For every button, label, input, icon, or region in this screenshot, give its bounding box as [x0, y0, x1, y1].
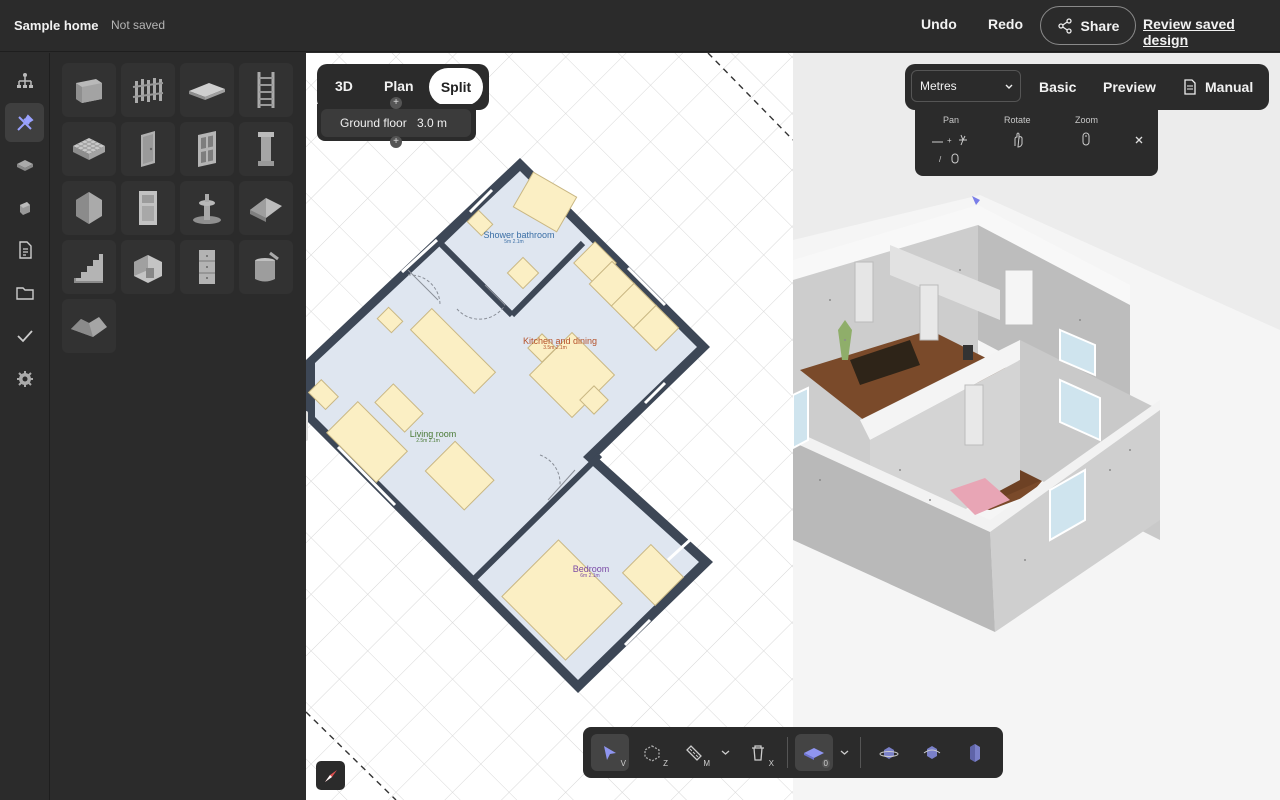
- floor-layer-button[interactable]: 0: [795, 734, 833, 771]
- hierarchy-icon[interactable]: [5, 61, 44, 100]
- svg-text:/: /: [939, 155, 942, 164]
- navigation-help-panel: Pan Rotate Zoom + /: [915, 108, 1158, 176]
- chevron-down-icon[interactable]: [721, 748, 730, 757]
- room-box-tile[interactable]: [121, 240, 175, 294]
- cabinet-tile[interactable]: [180, 240, 234, 294]
- folder-icon[interactable]: [5, 273, 44, 312]
- select-tool-button[interactable]: V: [591, 734, 629, 771]
- tools-icon[interactable]: [5, 103, 44, 142]
- rotate-label: Rotate: [1004, 115, 1031, 125]
- trash-icon: [752, 744, 764, 761]
- toolbar-divider: [860, 737, 861, 768]
- floor-plan-canvas[interactable]: Shower bathroom 5m 2.1m Kitchen and dini…: [306, 53, 793, 800]
- bottom-toolbar: V Z M X 0: [583, 727, 1003, 778]
- compass-button[interactable]: [316, 761, 345, 790]
- box-select-tool-button[interactable]: Z: [633, 734, 671, 771]
- rotate-gesture-icon: [1014, 132, 1023, 148]
- pan-label: Pan: [943, 115, 960, 125]
- settings-icon[interactable]: [5, 359, 44, 398]
- add-floor-below-icon[interactable]: +: [390, 136, 402, 148]
- manual-icon: [1184, 79, 1196, 95]
- elevation-icon: [970, 743, 980, 762]
- pan-gesture-icon: + /: [932, 134, 967, 164]
- share-button[interactable]: Share: [1040, 6, 1136, 45]
- fountain-tile[interactable]: [180, 181, 234, 235]
- svg-text:3.5m 2.1m: 3.5m 2.1m: [543, 345, 567, 351]
- toolbar-divider: [787, 737, 788, 768]
- materials-icon[interactable]: [5, 145, 44, 184]
- share-icon: [1057, 17, 1072, 34]
- cursor-icon: [604, 745, 616, 760]
- tab-plan[interactable]: Plan: [384, 78, 414, 94]
- column-tile[interactable]: [239, 122, 293, 176]
- mouse-scroll-icon: [1082, 132, 1090, 146]
- add-floor-above-icon[interactable]: +: [390, 97, 402, 109]
- checkmark-icon[interactable]: [5, 316, 44, 355]
- door-tile[interactable]: [121, 122, 175, 176]
- wall-tile[interactable]: [62, 63, 116, 117]
- tab-split[interactable]: Split: [429, 68, 483, 106]
- svg-text:+: +: [947, 136, 952, 145]
- paint-icon[interactable]: [5, 187, 44, 226]
- ruler-icon: [686, 744, 702, 761]
- ceiling-grid-tile[interactable]: [62, 122, 116, 176]
- camera-orbit-icon: [879, 746, 899, 759]
- share-label: Share: [1080, 17, 1120, 34]
- zoom-label: Zoom: [1075, 115, 1099, 125]
- floor-layer-icon: [804, 747, 824, 760]
- measure-tool-button[interactable]: M: [675, 734, 713, 771]
- delete-tool-button[interactable]: X: [739, 734, 777, 771]
- chevron-down-icon[interactable]: [840, 748, 849, 757]
- view-top-button[interactable]: [870, 734, 908, 771]
- appliance-tile[interactable]: [121, 181, 175, 235]
- undo-button[interactable]: Undo: [921, 16, 957, 32]
- fence-tile[interactable]: [121, 63, 175, 117]
- ladder-tile[interactable]: [239, 63, 293, 117]
- svg-text:6m 2.1m: 6m 2.1m: [580, 573, 599, 579]
- chevron-down-icon: [1005, 84, 1013, 89]
- shape-tile[interactable]: [62, 181, 116, 235]
- redo-button[interactable]: Redo: [988, 16, 1023, 32]
- preview-button[interactable]: Preview: [1103, 79, 1156, 95]
- close-icon[interactable]: [1134, 135, 1144, 145]
- plan-view[interactable]: Shower bathroom 5m 2.1m Kitchen and dini…: [306, 53, 793, 800]
- svg-text:5m 2.1m: 5m 2.1m: [504, 239, 523, 245]
- split-divider-handle[interactable]: [306, 411, 308, 441]
- top-bar: Sample home Not saved Undo Redo Share Re…: [0, 0, 1280, 52]
- review-saved-design-link[interactable]: Review saved design: [1143, 16, 1280, 48]
- object-palette: [50, 53, 306, 800]
- floor-item-ground[interactable]: Ground floor 3.0 m: [321, 109, 471, 137]
- manual-button[interactable]: Manual: [1205, 79, 1253, 95]
- window-tile[interactable]: [180, 122, 234, 176]
- compass-icon: [324, 769, 337, 782]
- terrain-tile[interactable]: [62, 299, 116, 353]
- right-toolbar: Metres Basic Preview Manual: [905, 64, 1269, 110]
- view-elevation-button[interactable]: [956, 734, 994, 771]
- tab-3d[interactable]: 3D: [335, 78, 353, 94]
- save-status: Not saved: [111, 18, 166, 32]
- svg-text:2.5m 2.1m: 2.5m 2.1m: [416, 438, 440, 444]
- camera-rotate-icon: [923, 745, 941, 759]
- document-icon[interactable]: [5, 230, 44, 269]
- basic-button[interactable]: Basic: [1039, 79, 1076, 95]
- floor-slab-tile[interactable]: [180, 63, 234, 117]
- left-icon-bar: [0, 53, 50, 800]
- roof-tile[interactable]: [239, 181, 293, 235]
- paint-bucket-tile[interactable]: [239, 240, 293, 294]
- floor-height: 3.0 m: [417, 116, 448, 130]
- box-select-icon: [644, 744, 660, 762]
- view-orbit-button[interactable]: [913, 734, 951, 771]
- project-name[interactable]: Sample home: [14, 18, 99, 33]
- units-value: Metres: [920, 79, 957, 93]
- stairs-tile[interactable]: [62, 240, 116, 294]
- floor-name: Ground floor: [340, 116, 407, 130]
- units-select[interactable]: Metres: [911, 70, 1021, 102]
